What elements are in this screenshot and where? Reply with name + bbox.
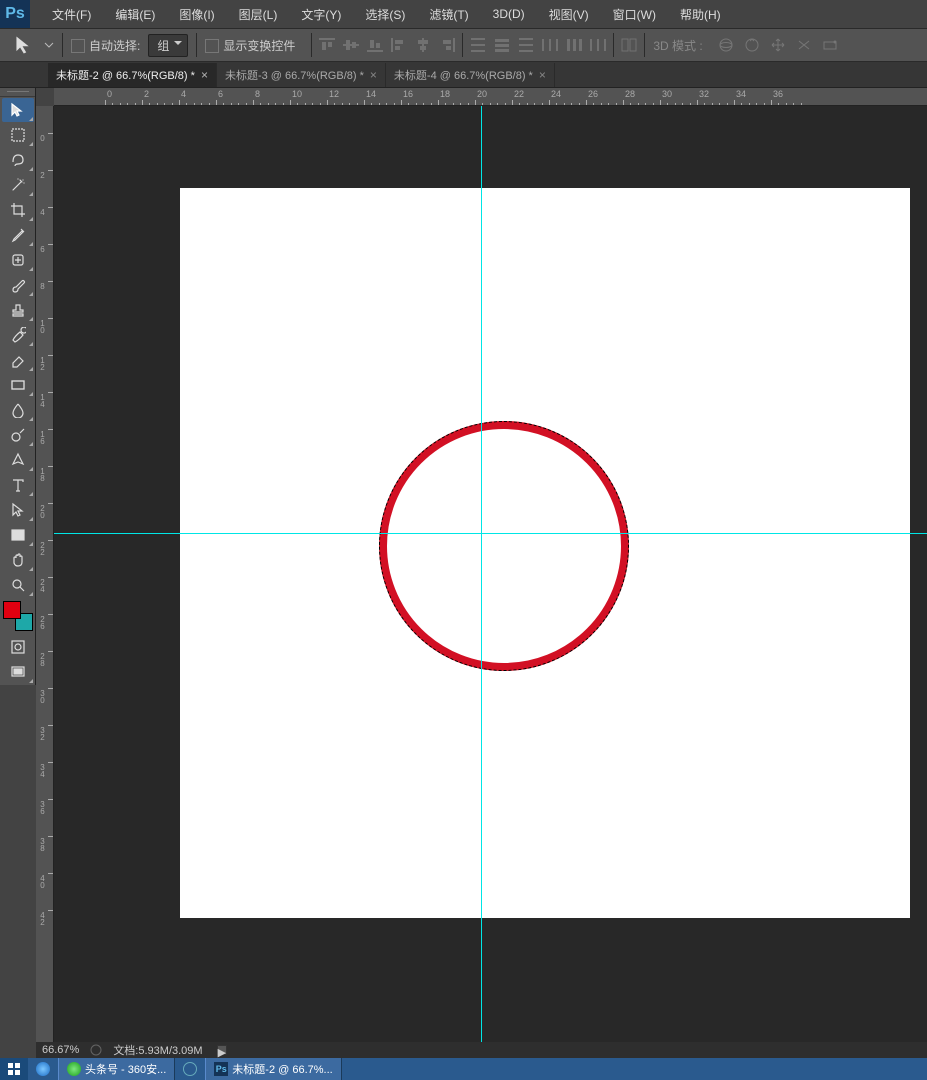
auto-align-icon[interactable] — [620, 37, 638, 53]
toolbox — [0, 88, 36, 685]
menu-3D[interactable]: 3D(D) — [481, 0, 537, 28]
eyedropper-tool[interactable] — [2, 223, 34, 247]
options-bar: 自动选择: 组 显示变换控件 3D 模式 : — [0, 28, 927, 62]
guide-vertical[interactable] — [481, 106, 482, 1048]
workspace: 024681012141618202224262830323436 202468… — [36, 88, 927, 1048]
menu-编辑[interactable]: 编辑(E) — [103, 0, 167, 28]
tab-close-icon[interactable]: × — [370, 68, 377, 82]
blur-tool[interactable] — [2, 398, 34, 422]
start-button[interactable] — [0, 1058, 28, 1080]
orbit-icon[interactable] — [717, 37, 735, 53]
wand-tool[interactable] — [2, 173, 34, 197]
dist-hcenter-icon[interactable] — [565, 37, 583, 53]
tab-close-icon[interactable]: × — [201, 68, 208, 82]
menu-帮助[interactable]: 帮助(H) — [668, 0, 733, 28]
taskbar-app1[interactable]: 头条号 - 360安... — [58, 1058, 175, 1080]
zoom-level[interactable]: 66.67% — [42, 1044, 79, 1056]
canvas[interactable] — [180, 188, 910, 918]
lasso-tool[interactable] — [2, 148, 34, 172]
crop-tool[interactable] — [2, 198, 34, 222]
eraser-tool[interactable] — [2, 348, 34, 372]
history-brush-tool[interactable] — [2, 323, 34, 347]
dist-vcenter-icon[interactable] — [493, 37, 511, 53]
mode-3d-label: 3D 模式 : — [653, 37, 702, 54]
dist-right-icon[interactable] — [589, 37, 607, 53]
canvas-area[interactable] — [54, 106, 927, 1048]
dist-left-icon[interactable] — [541, 37, 559, 53]
menu-文字[interactable]: 文字(Y) — [289, 0, 353, 28]
align-vcenter-icon[interactable] — [342, 37, 360, 53]
menubar: Ps 文件(F)编辑(E)图像(I)图层(L)文字(Y)选择(S)滤镜(T)3D… — [0, 0, 927, 28]
rect-marquee-tool[interactable] — [2, 123, 34, 147]
roll-icon[interactable] — [743, 37, 761, 53]
menu-滤镜[interactable]: 滤镜(T) — [417, 0, 480, 28]
status-bar: 66.67% 文档:5.93M/3.09M ▶ — [36, 1042, 927, 1058]
app-logo[interactable]: Ps — [0, 0, 30, 28]
tab-close-icon[interactable]: × — [539, 68, 546, 82]
taskbar-photoshop[interactable]: Ps未标题-2 @ 66.7%... — [205, 1058, 341, 1080]
document-tabs: 未标题-2 @ 66.7%(RGB/8) *×未标题-3 @ 66.7%(RGB… — [0, 62, 927, 88]
zoom-tool[interactable] — [2, 573, 34, 597]
status-menu-icon[interactable]: ▶ — [217, 1045, 227, 1055]
type-tool[interactable] — [2, 473, 34, 497]
menu-图像[interactable]: 图像(I) — [167, 0, 226, 28]
foreground-color[interactable] — [3, 601, 21, 619]
ruler-vertical[interactable]: 2024681012141618202224262830323436384042 — [36, 106, 54, 1048]
auto-select-dropdown[interactable]: 组 — [148, 34, 188, 57]
hand-tool[interactable] — [2, 548, 34, 572]
path-select-tool[interactable] — [2, 498, 34, 522]
auto-select-check[interactable]: 自动选择: — [71, 37, 140, 54]
pan-icon[interactable] — [769, 37, 787, 53]
windows-taskbar: 头条号 - 360安... Ps未标题-2 @ 66.7%... — [0, 1058, 927, 1080]
doc-size[interactable]: 文档:5.93M/3.09M — [113, 1042, 202, 1058]
slide-icon[interactable] — [795, 37, 813, 53]
align-left-icon[interactable] — [390, 37, 408, 53]
status-icon[interactable] — [89, 1044, 103, 1056]
document-tab[interactable]: 未标题-4 @ 66.7%(RGB/8) *× — [386, 63, 555, 87]
dodge-tool[interactable] — [2, 423, 34, 447]
rectangle-tool[interactable] — [2, 523, 34, 547]
brush-tool[interactable] — [2, 273, 34, 297]
ruler-horizontal[interactable]: 024681012141618202224262830323436 — [54, 88, 927, 106]
align-bottom-icon[interactable] — [366, 37, 384, 53]
gradient-tool[interactable] — [2, 373, 34, 397]
menu-窗口[interactable]: 窗口(W) — [601, 0, 668, 28]
menu-选择[interactable]: 选择(S) — [353, 0, 417, 28]
color-swatches[interactable] — [3, 601, 33, 631]
align-right-icon[interactable] — [438, 37, 456, 53]
guide-horizontal[interactable] — [54, 533, 927, 534]
scale-icon[interactable] — [821, 37, 839, 53]
document-tab[interactable]: 未标题-3 @ 66.7%(RGB/8) *× — [217, 63, 386, 87]
menu-视图[interactable]: 视图(V) — [537, 0, 601, 28]
align-top-icon[interactable] — [318, 37, 336, 53]
quick-mask-icon[interactable] — [2, 635, 34, 659]
dist-bottom-icon[interactable] — [517, 37, 535, 53]
screen-mode-icon[interactable] — [2, 660, 34, 684]
menu-图层[interactable]: 图层(L) — [227, 0, 290, 28]
toolbox-handle[interactable] — [0, 88, 35, 97]
show-transform-check[interactable]: 显示变换控件 — [205, 37, 295, 54]
align-hcenter-icon[interactable] — [414, 37, 432, 53]
stamp-tool[interactable] — [2, 298, 34, 322]
menu-文件[interactable]: 文件(F) — [40, 0, 103, 28]
move-tool-icon[interactable] — [14, 36, 36, 54]
heal-tool[interactable] — [2, 248, 34, 272]
pen-tool[interactable] — [2, 448, 34, 472]
circle-selection — [379, 421, 629, 671]
taskbar-ie[interactable] — [28, 1058, 58, 1080]
preset-dropdown-icon[interactable] — [44, 40, 54, 50]
move-tool[interactable] — [2, 98, 34, 122]
document-tab[interactable]: 未标题-2 @ 66.7%(RGB/8) *× — [48, 63, 217, 87]
dist-top-icon[interactable] — [469, 37, 487, 53]
taskbar-search[interactable] — [175, 1058, 205, 1080]
